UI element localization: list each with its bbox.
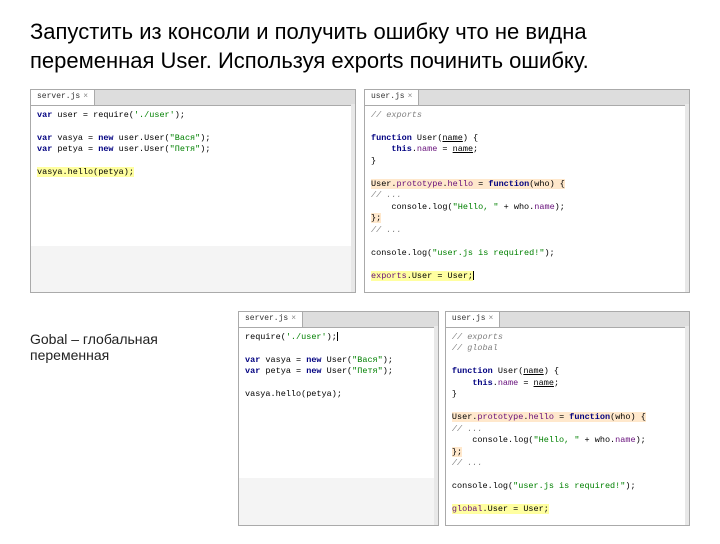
top-row: server.js × var user = require('./user')…: [30, 89, 690, 293]
slide-title: Запустить из консоли и получить ошибку ч…: [30, 18, 690, 75]
text-cursor-icon: [473, 271, 474, 280]
editor-pane-user-bottom: user.js × // exports // global function …: [445, 311, 690, 526]
bottom-row: Gobal – глобальная переменная server.js …: [30, 311, 690, 526]
tab-bar: server.js ×: [31, 90, 355, 106]
tab-label: user.js: [371, 92, 405, 103]
close-icon[interactable]: ×: [291, 314, 296, 325]
editor-pane-server-top: server.js × var user = require('./user')…: [30, 89, 356, 293]
tab-bar: user.js ×: [365, 90, 689, 106]
close-icon[interactable]: ×: [408, 92, 413, 103]
tab-label: server.js: [37, 92, 80, 103]
tab-server-js[interactable]: server.js ×: [31, 90, 95, 105]
text-cursor-icon: [337, 332, 338, 341]
scrollbar[interactable]: [685, 104, 689, 292]
tab-label: user.js: [452, 314, 486, 325]
tab-bar: server.js ×: [239, 312, 438, 328]
scrollbar[interactable]: [351, 104, 355, 292]
tab-bar: user.js ×: [446, 312, 689, 328]
tab-user-js[interactable]: user.js ×: [365, 90, 419, 105]
editor-pane-user-top: user.js × // exports function User(name)…: [364, 89, 690, 293]
tab-server-js[interactable]: server.js ×: [239, 312, 303, 327]
tab-label: server.js: [245, 314, 288, 325]
caption-text: Gobal – глобальная переменная: [30, 311, 230, 363]
scrollbar[interactable]: [434, 326, 438, 525]
editor-pane-server-bottom: server.js × require('./user'); var vasya…: [238, 311, 439, 526]
scrollbar[interactable]: [685, 326, 689, 525]
code-area[interactable]: require('./user'); var vasya = new User(…: [239, 328, 438, 478]
close-icon[interactable]: ×: [83, 92, 88, 103]
code-area[interactable]: var user = require('./user'); var vasya …: [31, 106, 355, 246]
code-area[interactable]: // exports function User(name) { this.na…: [365, 106, 689, 292]
close-icon[interactable]: ×: [489, 314, 494, 325]
code-area[interactable]: // exports // global function User(name)…: [446, 328, 689, 526]
tab-user-js[interactable]: user.js ×: [446, 312, 500, 327]
